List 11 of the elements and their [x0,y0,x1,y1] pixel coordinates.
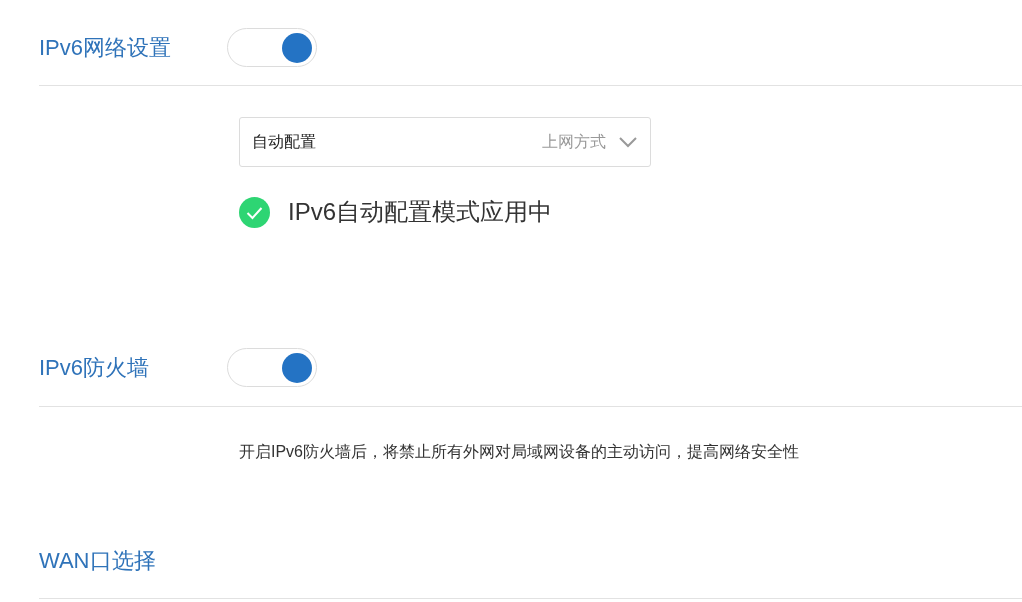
section-title: IPv6防火墙 [39,354,151,382]
toggle-switch[interactable] [227,348,317,387]
dropdown-hint: 上网方式 [542,132,606,152]
dropdown[interactable]: 自动配置 上网方式 [239,117,651,167]
chevron-down-icon [618,136,638,148]
status-text: IPv6自动配置模式应用中 [288,197,553,227]
toggle-switch[interactable] [227,28,317,67]
firewall-description: 开启IPv6防火墙后，将禁止所有外网对局域网设备的主动访问，提高网络安全性 [238,442,800,462]
section-title: IPv6网络设置 [39,34,173,62]
section-title: WAN口选择 [39,547,157,575]
dropdown-value: 自动配置 [252,132,316,152]
